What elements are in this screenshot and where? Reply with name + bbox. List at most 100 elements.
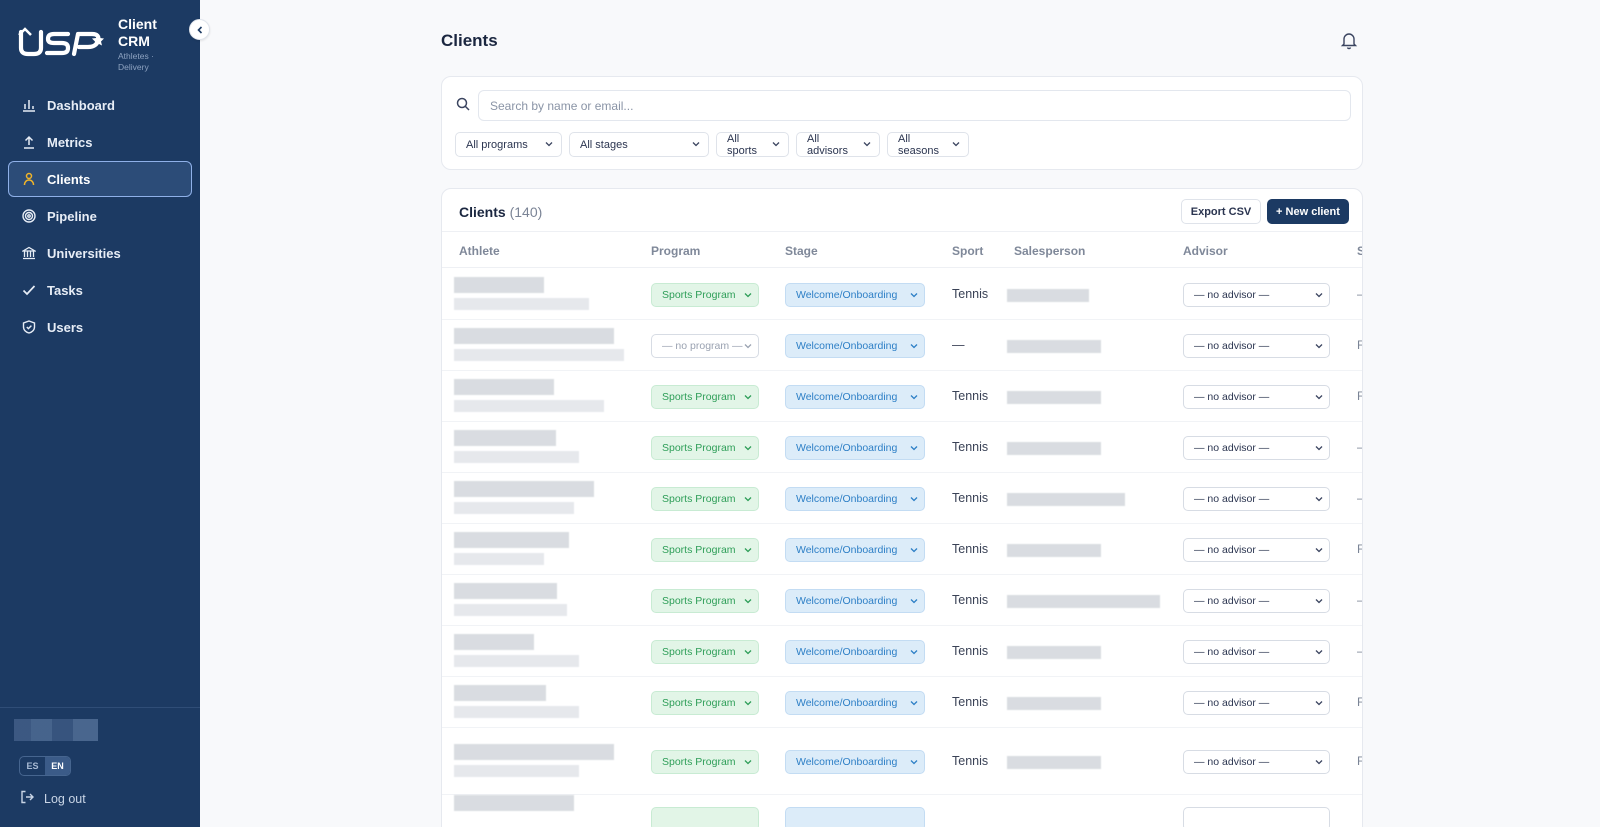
chevron-down-icon [910, 596, 918, 608]
program-select[interactable]: Sports Program [651, 538, 759, 562]
col-sport[interactable]: Sport [952, 244, 983, 258]
table-row[interactable]: Sports Program Welcome/Onboarding Tennis — … [442, 677, 1362, 728]
table-row[interactable]: Sports Program Welcome/Onboarding Tennis — … [442, 626, 1362, 677]
seasons-filter[interactable]: All seasons [887, 132, 969, 157]
table-row[interactable]: — no program — Welcome/Onboarding — — no ad… [442, 320, 1362, 371]
program-select[interactable]: Sports Program [651, 283, 759, 307]
sidebar-item-metrics[interactable]: Metrics [8, 124, 192, 160]
season-cell: F [1357, 338, 1362, 352]
stage-select[interactable]: Welcome/Onboarding [785, 589, 925, 613]
stage-select[interactable]: Welcome/Onboarding [785, 385, 925, 409]
salesperson-redacted [1007, 289, 1089, 302]
sidebar-item-tasks[interactable]: Tasks [8, 272, 192, 308]
sidebar-item-dashboard[interactable]: Dashboard [8, 87, 192, 123]
chevron-down-icon [744, 443, 752, 455]
chevron-down-icon [1315, 596, 1323, 608]
search-icon [456, 97, 470, 116]
programs-filter[interactable]: All programs [455, 132, 562, 157]
sidebar-item-pipeline[interactable]: Pipeline [8, 198, 192, 234]
program-select[interactable]: Sports Program [651, 385, 759, 409]
stage-select[interactable]: Welcome/Onboarding [785, 487, 925, 511]
chevron-down-icon [952, 139, 960, 151]
new-client-button[interactable]: + New client [1267, 199, 1349, 224]
program-select[interactable]: — no program — [651, 334, 759, 358]
stage-value: Welcome/Onboarding [796, 697, 898, 709]
athlete-email-redacted [454, 451, 579, 463]
advisor-select[interactable] [1183, 807, 1330, 827]
export-csv-button[interactable]: Export CSV [1181, 199, 1261, 224]
advisor-select[interactable]: — no advisor — [1183, 691, 1330, 715]
salesperson-redacted [1007, 442, 1101, 455]
athlete-name-redacted [454, 481, 594, 497]
table-row[interactable]: Sports Program Welcome/Onboarding Tennis — … [442, 728, 1362, 795]
advisor-value: — no advisor — [1194, 340, 1270, 352]
program-select[interactable]: Sports Program [651, 487, 759, 511]
advisor-select[interactable]: — no advisor — [1183, 538, 1330, 562]
page-title: Clients [441, 31, 498, 50]
program-value: Sports Program [662, 756, 736, 768]
logout-button[interactable]: Log out [20, 790, 86, 807]
stage-select[interactable]: Welcome/Onboarding [785, 334, 925, 358]
stages-filter[interactable]: All stages [569, 132, 709, 157]
brand-subtitle: Athletes · Delivery [118, 51, 154, 72]
stage-select[interactable] [785, 807, 925, 827]
advisor-select[interactable]: — no advisor — [1183, 385, 1330, 409]
col-program[interactable]: Program [651, 244, 700, 258]
table-row[interactable]: Sports Program Welcome/Onboarding Tennis — … [442, 371, 1362, 422]
advisor-select[interactable]: — no advisor — [1183, 750, 1330, 774]
lang-es-button[interactable]: ES [20, 757, 45, 775]
col-stage[interactable]: Stage [785, 244, 818, 258]
program-select[interactable]: Sports Program [651, 589, 759, 613]
chevron-down-icon [910, 443, 918, 455]
stage-select[interactable]: Welcome/Onboarding [785, 283, 925, 307]
sidebar-item-universities[interactable]: Universities [8, 235, 192, 271]
stage-select[interactable]: Welcome/Onboarding [785, 640, 925, 664]
advisors-filter[interactable]: All advisors [796, 132, 880, 157]
salesperson-redacted [1007, 340, 1101, 353]
season-cell: F [1357, 695, 1362, 709]
sidebar-item-users[interactable]: Users [8, 309, 192, 345]
target-icon [21, 208, 37, 224]
lang-en-button[interactable]: EN [45, 757, 70, 775]
col-athlete[interactable]: Athlete [459, 244, 500, 258]
advisor-select[interactable]: — no advisor — [1183, 487, 1330, 511]
table-row[interactable]: Sports Program Welcome/Onboarding Tennis — … [442, 269, 1362, 320]
program-value: Sports Program [662, 493, 736, 505]
col-last[interactable]: S [1357, 244, 1362, 258]
stage-value: Welcome/Onboarding [796, 756, 898, 768]
stage-select[interactable]: Welcome/Onboarding [785, 538, 925, 562]
advisor-select[interactable]: — no advisor — [1183, 283, 1330, 307]
stage-select[interactable]: Welcome/Onboarding [785, 691, 925, 715]
program-select[interactable]: Sports Program [651, 640, 759, 664]
advisor-select[interactable]: — no advisor — [1183, 436, 1330, 460]
table-row[interactable]: Sports Program Welcome/Onboarding Tennis — … [442, 524, 1362, 575]
advisor-select[interactable]: — no advisor — [1183, 589, 1330, 613]
table-row[interactable]: Sports Program Welcome/Onboarding Tennis — … [442, 473, 1362, 524]
advisor-select[interactable]: — no advisor — [1183, 640, 1330, 664]
col-salesperson[interactable]: Salesperson [1014, 244, 1085, 258]
shield-icon [21, 319, 37, 335]
salesperson-redacted [1007, 493, 1125, 506]
program-select[interactable]: Sports Program [651, 691, 759, 715]
program-value: Sports Program [662, 595, 736, 607]
sidebar-item-clients[interactable]: Clients [8, 161, 192, 197]
table-row[interactable]: Sports Program Welcome/Onboarding Tennis — … [442, 422, 1362, 473]
program-select[interactable]: Sports Program [651, 436, 759, 460]
program-select[interactable]: Sports Program [651, 750, 759, 774]
stage-select[interactable]: Welcome/Onboarding [785, 750, 925, 774]
table-row[interactable]: Sports Program Welcome/Onboarding Tennis — … [442, 575, 1362, 626]
sports-filter[interactable]: All sports [716, 132, 789, 157]
advisor-select[interactable]: — no advisor — [1183, 334, 1330, 358]
sport-cell: — [952, 338, 965, 352]
season-cell: – [1357, 440, 1362, 454]
search-input[interactable] [478, 90, 1351, 121]
chevron-down-icon [545, 139, 553, 151]
program-select[interactable] [651, 807, 759, 827]
table-row[interactable] [442, 795, 1362, 827]
col-advisor[interactable]: Advisor [1183, 244, 1228, 258]
stage-select[interactable]: Welcome/Onboarding [785, 436, 925, 460]
bank-icon [21, 245, 37, 261]
client-count: (140) [509, 204, 543, 220]
collapse-sidebar-button[interactable] [189, 19, 210, 40]
bell-icon[interactable] [1339, 30, 1359, 50]
